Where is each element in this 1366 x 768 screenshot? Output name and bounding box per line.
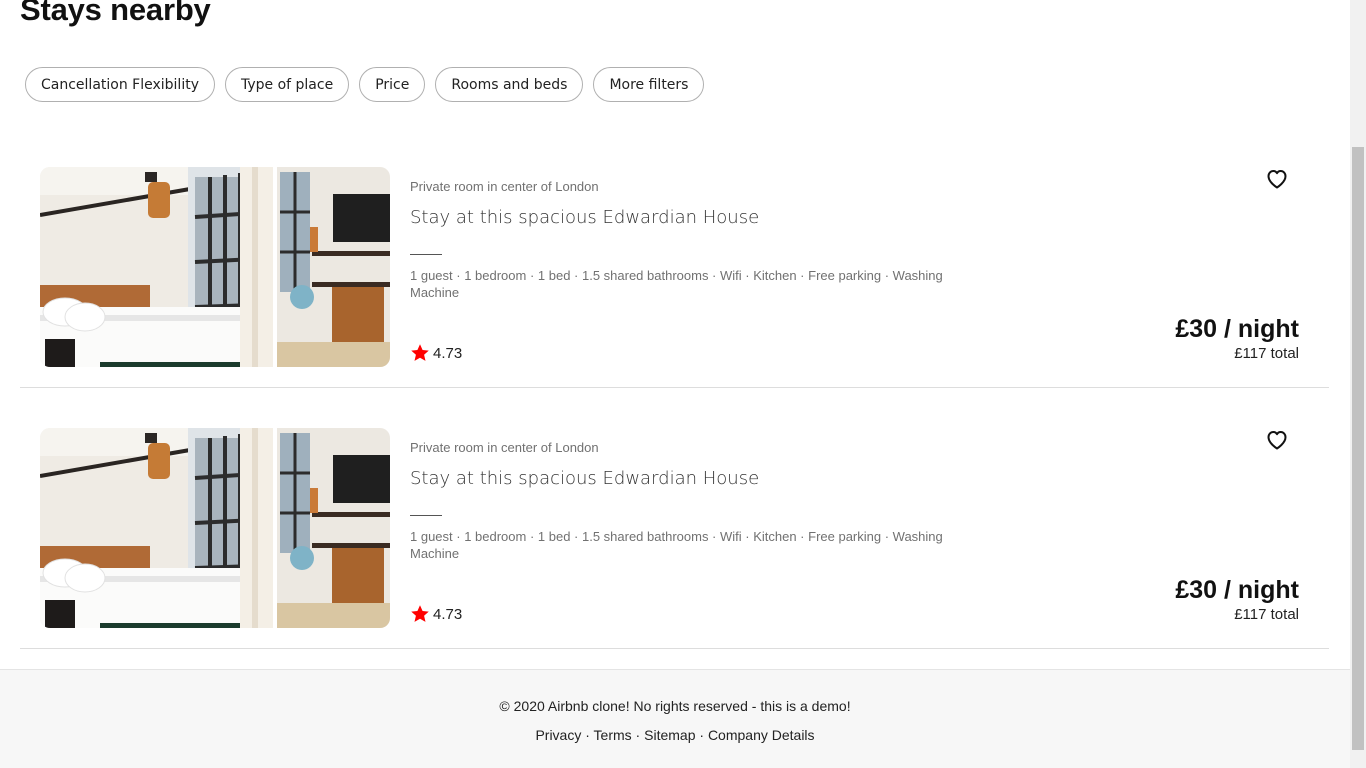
- filter-price[interactable]: Price: [359, 67, 426, 102]
- vertical-scrollbar[interactable]: [1350, 0, 1366, 768]
- rating-value: 4.73: [433, 605, 463, 623]
- page-title: Stays nearby: [20, 0, 211, 27]
- link-separator: ·: [631, 727, 645, 743]
- listing-amenities: 1 guest · 1 bedroom · 1 bed · 1.5 shared…: [410, 529, 943, 561]
- footer-link-privacy[interactable]: Privacy: [535, 727, 581, 743]
- listing-rating: 4.73: [410, 604, 462, 624]
- footer: © 2020 Airbnb clone! No rights reserved …: [0, 669, 1350, 768]
- page: Stays nearby Cancellation Flexibility Ty…: [0, 0, 1350, 768]
- rating-value: 4.73: [433, 344, 463, 362]
- heart-icon[interactable]: [1265, 167, 1289, 191]
- price-per-night: £30 / night: [1175, 576, 1299, 604]
- footer-link-company-details[interactable]: Company Details: [708, 727, 815, 743]
- listing-title[interactable]: Stay at this spacious Edwardian House: [410, 207, 759, 228]
- star-icon: [411, 605, 429, 622]
- divider: [410, 515, 442, 516]
- listing-card[interactable]: Private room in center of London Stay at…: [20, 167, 1329, 388]
- listing-rating: 4.73: [410, 343, 462, 363]
- footer-link-terms[interactable]: Terms: [594, 727, 632, 743]
- filter-rooms-and-beds[interactable]: Rooms and beds: [435, 67, 584, 102]
- footer-links: Privacy · Terms · Sitemap · Company Deta…: [0, 727, 1350, 743]
- listing-subtitle: Private room in center of London: [410, 179, 599, 194]
- filter-more-filters[interactable]: More filters: [593, 67, 705, 102]
- price-total: £117 total: [1234, 345, 1299, 362]
- filter-cancellation-flexibility[interactable]: Cancellation Flexibility: [25, 67, 215, 102]
- filter-type-of-place[interactable]: Type of place: [224, 67, 350, 102]
- filter-bar: Cancellation Flexibility Type of place P…: [25, 67, 705, 102]
- link-separator: ·: [581, 727, 594, 743]
- star-icon: [411, 344, 429, 361]
- listing-card[interactable]: Private room in center of London Stay at…: [20, 428, 1329, 649]
- listing-amenities: 1 guest · 1 bedroom · 1 bed · 1.5 shared…: [410, 268, 943, 300]
- footer-copyright: © 2020 Airbnb clone! No rights reserved …: [499, 698, 851, 714]
- scrollbar-thumb[interactable]: [1352, 147, 1364, 750]
- heart-icon[interactable]: [1265, 428, 1289, 452]
- price-per-night: £30 / night: [1175, 315, 1299, 343]
- listing-photo[interactable]: [40, 167, 390, 367]
- listing-photo[interactable]: [40, 428, 390, 628]
- footer-link-sitemap[interactable]: Sitemap: [644, 727, 695, 743]
- link-separator: ·: [695, 727, 708, 743]
- divider: [410, 254, 442, 255]
- listing-title[interactable]: Stay at this spacious Edwardian House: [410, 468, 759, 489]
- listing-subtitle: Private room in center of London: [410, 440, 599, 455]
- listing-price: £30 / night £117 total: [1175, 576, 1299, 623]
- listing-price: £30 / night £117 total: [1175, 315, 1299, 362]
- price-total: £117 total: [1234, 606, 1299, 623]
